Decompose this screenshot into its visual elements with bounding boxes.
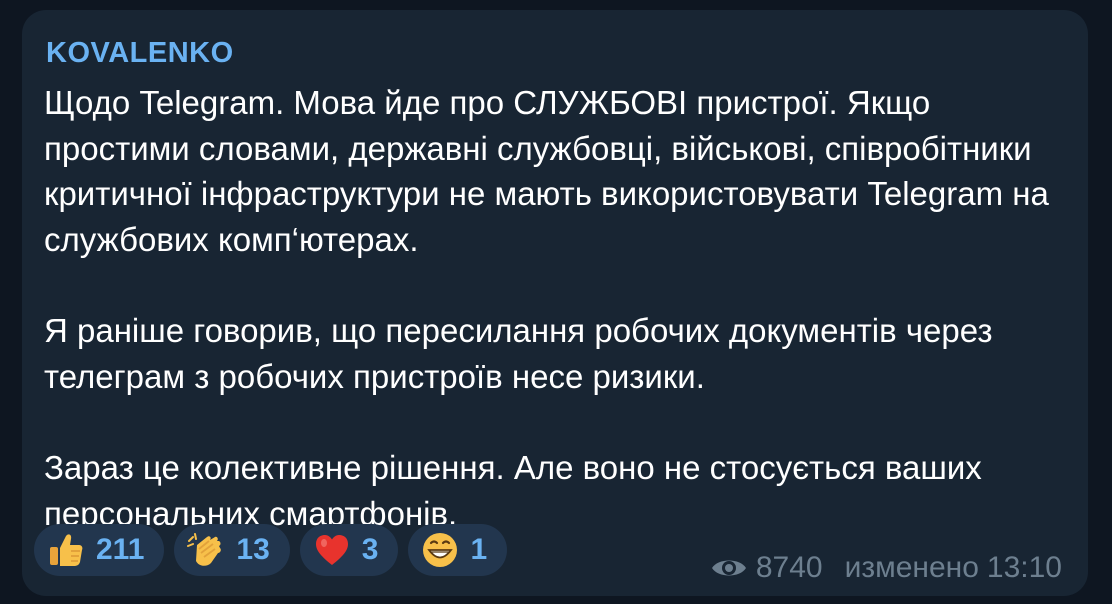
message-time: 13:10 <box>986 551 1062 584</box>
grinning-face-icon <box>420 530 460 570</box>
message-meta: 8740 изменено 13:10 <box>710 553 1062 583</box>
reaction-count: 13 <box>236 533 270 566</box>
reaction-heart[interactable]: 3 <box>299 524 399 576</box>
thumbs-up-icon <box>46 530 86 570</box>
reaction-count: 211 <box>96 533 145 566</box>
clapping-hands-icon <box>186 530 226 570</box>
reaction-count: 3 <box>361 533 379 566</box>
red-heart-icon <box>312 530 352 570</box>
message-paragraph: Щодо Telegram. Мова йде про СЛУЖБОВІ при… <box>44 84 1059 258</box>
view-count: 8740 <box>755 551 823 584</box>
message-paragraph: Я раніше говорив, що пересилання робочих… <box>44 312 1002 395</box>
message-text: Щодо Telegram. Мова йде про СЛУЖБОВІ при… <box>44 80 1074 536</box>
reactions-bar: 211 13 3 1 <box>34 524 508 576</box>
reaction-grinning[interactable]: 1 <box>408 524 508 576</box>
sender-name[interactable]: KOVALENKO <box>46 38 234 68</box>
eye-icon <box>710 555 748 581</box>
message-paragraph: Зараз це колективне рішення. Але воно не… <box>44 449 991 532</box>
reaction-thumbs-up[interactable]: 211 <box>34 524 165 576</box>
message-bubble[interactable]: KOVALENKO Щодо Telegram. Мова йде про СЛ… <box>22 10 1088 596</box>
edited-label: изменено <box>844 551 979 584</box>
reaction-count: 1 <box>470 533 488 566</box>
reaction-clapping[interactable]: 13 <box>174 524 290 576</box>
